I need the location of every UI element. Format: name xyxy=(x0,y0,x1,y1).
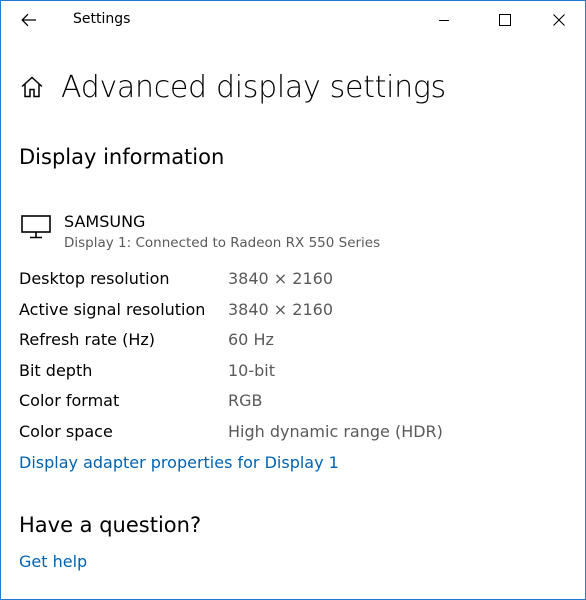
monitor-name: SAMSUNG xyxy=(64,212,146,231)
page-title: Advanced display settings xyxy=(61,69,446,105)
info-value: 60 Hz xyxy=(228,330,274,349)
back-arrow-icon xyxy=(21,13,36,27)
info-value: 3840 × 2160 xyxy=(228,269,334,288)
info-label: Bit depth xyxy=(19,360,93,380)
info-row-color-format: Color format RGB xyxy=(19,391,559,422)
maximize-button[interactable] xyxy=(482,1,528,39)
info-label: Refresh rate (Hz) xyxy=(19,330,156,349)
monitor-entry: SAMSUNG Display 1: Connected to Radeon R… xyxy=(19,210,439,256)
info-value: 10-bit xyxy=(228,360,276,380)
display-information-heading: Display information xyxy=(19,145,225,169)
info-value: 3840 × 2160 xyxy=(228,299,334,319)
display-info-table: Desktop resolution 3840 × 2160 Active si… xyxy=(19,269,559,452)
info-row-color-space: Color space High dynamic range (HDR) xyxy=(19,422,559,453)
info-row-active-signal-resolution: Active signal resolution 3840 × 2160 xyxy=(19,300,559,331)
info-value: High dynamic range (HDR) xyxy=(228,421,443,441)
page-header: Advanced display settings xyxy=(19,65,446,109)
monitor-icon xyxy=(21,215,51,239)
close-icon xyxy=(553,14,565,26)
info-row-bit-depth: Bit depth 10-bit xyxy=(19,361,559,392)
home-icon xyxy=(21,76,43,98)
display-adapter-properties-link[interactable]: Display adapter properties for Display 1 xyxy=(19,453,339,472)
have-a-question-heading: Have a question? xyxy=(19,513,202,537)
info-row-desktop-resolution: Desktop resolution 3840 × 2160 xyxy=(19,269,559,300)
info-label: Desktop resolution xyxy=(19,269,170,288)
minimize-button[interactable] xyxy=(421,1,467,39)
maximize-icon xyxy=(499,14,511,26)
info-label: Active signal resolution xyxy=(19,299,206,319)
info-row-refresh-rate: Refresh rate (Hz) 60 Hz xyxy=(19,330,559,361)
monitor-description: Display 1: Connected to Radeon RX 550 Se… xyxy=(64,235,381,251)
info-label: Color format xyxy=(19,391,120,410)
info-label: Color space xyxy=(19,421,113,441)
minimize-icon xyxy=(439,20,449,21)
info-value: RGB xyxy=(228,391,263,410)
back-button[interactable] xyxy=(13,5,45,35)
close-button[interactable] xyxy=(536,1,582,39)
home-button[interactable] xyxy=(19,74,45,100)
title-bar: Settings xyxy=(1,1,585,39)
get-help-link[interactable]: Get help xyxy=(19,552,87,571)
window-title: Settings xyxy=(73,11,131,27)
settings-window: Settings Advanced display settings Displ… xyxy=(0,0,586,600)
